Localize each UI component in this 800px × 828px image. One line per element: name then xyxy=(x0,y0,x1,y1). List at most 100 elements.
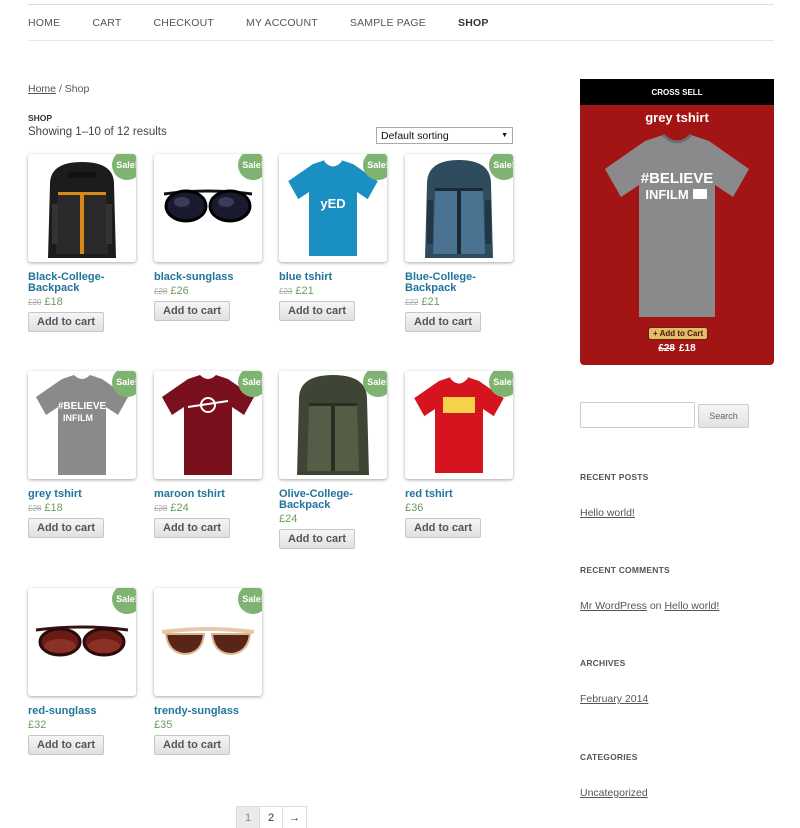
product-image[interactable]: Sale! xyxy=(405,154,513,262)
next-page-arrow-icon[interactable]: → xyxy=(283,807,306,828)
svg-text:#BELIEVE: #BELIEVE xyxy=(641,170,714,187)
product-sale-price: £24 xyxy=(279,513,298,525)
product-old-price: £28 xyxy=(154,287,168,296)
search-button[interactable]: Search xyxy=(698,404,749,428)
add-to-cart-button[interactable]: Add to cart xyxy=(28,312,105,332)
result-count: Showing 1–10 of 12 results xyxy=(28,126,167,138)
product-image[interactable]: Sale! xyxy=(154,371,262,479)
product-sale-price: £36 xyxy=(405,502,424,514)
search-input[interactable] xyxy=(580,402,695,428)
product-image[interactable]: Sale! xyxy=(28,588,136,696)
product-card: Sale! yED blue tshirt £23 £21 Add to cart xyxy=(279,154,389,321)
category-item: Uncategorized xyxy=(580,787,648,799)
breadcrumb-separator: / xyxy=(58,83,62,95)
product-card: Sale! red tshirt £36 Add to cart xyxy=(405,371,515,538)
add-to-cart-button[interactable]: Add to cart xyxy=(28,518,105,538)
product-price: £22 £21 xyxy=(405,296,515,308)
product-name-link[interactable]: red tshirt xyxy=(405,489,515,500)
product-card: Sale! Black-College-Backpack £20 £18 Add … xyxy=(28,154,138,332)
product-sale-price: £32 xyxy=(28,719,47,731)
add-to-cart-button[interactable]: Add to cart xyxy=(154,518,231,538)
comment-post-link[interactable]: Hello world! xyxy=(664,600,719,612)
product-name-link[interactable]: blue tshirt xyxy=(279,272,389,283)
recent-post-item: Hello world! xyxy=(580,507,635,519)
product-card: Sale! #BELIEVE INFILM grey tshirt £28 £18… xyxy=(28,371,138,538)
product-price: £28 £24 xyxy=(154,502,264,514)
breadcrumb-home-link[interactable]: Home xyxy=(28,83,56,95)
product-card: Sale! maroon tshirt £28 £24 Add to cart xyxy=(154,371,264,538)
product-name-link[interactable]: maroon tshirt xyxy=(154,489,264,500)
breadcrumb: Home / Shop xyxy=(28,83,89,95)
chevron-down-icon: ▼ xyxy=(501,132,508,139)
category-link[interactable]: Uncategorized xyxy=(580,787,648,799)
nav-checkout[interactable]: CHECKOUT xyxy=(154,17,215,29)
product-name-link[interactable]: black-sunglass xyxy=(154,272,264,283)
page-2-link[interactable]: 2 xyxy=(260,807,283,828)
nav-cart[interactable]: CART xyxy=(92,17,121,29)
product-image[interactable]: Sale! xyxy=(279,371,387,479)
svg-text:INFILM: INFILM xyxy=(63,413,93,423)
product-price: £28 £26 xyxy=(154,285,264,297)
product-price: £24 xyxy=(279,513,389,525)
add-to-cart-button[interactable]: Add to cart xyxy=(279,301,356,321)
product-old-price: £23 xyxy=(279,287,293,296)
cross-sell-tshirt-image[interactable]: #BELIEVE INFILM xyxy=(597,131,757,321)
nav-my-account[interactable]: MY ACCOUNT xyxy=(246,17,318,29)
product-name-link[interactable]: Blue-College-Backpack xyxy=(405,272,515,294)
sort-dropdown[interactable]: Default sorting ▼ xyxy=(376,127,513,144)
cross-sell-add-to-cart-button[interactable]: + Add to Cart xyxy=(648,327,709,340)
product-sale-price: £18 xyxy=(44,502,63,514)
archive-item: February 2014 xyxy=(580,693,648,705)
add-to-cart-button[interactable]: Add to cart xyxy=(279,529,356,549)
product-price: £28 £18 xyxy=(28,502,138,514)
svg-text:yED: yED xyxy=(320,196,345,211)
nav-sample-page[interactable]: SAMPLE PAGE xyxy=(350,17,426,29)
recent-posts-title: RECENT POSTS xyxy=(580,472,649,482)
product-old-price: £28 xyxy=(154,504,168,513)
product-sale-price: £21 xyxy=(295,285,314,297)
archive-link[interactable]: February 2014 xyxy=(580,693,648,705)
page-1: 1 xyxy=(237,807,260,828)
add-to-cart-button[interactable]: Add to cart xyxy=(154,735,231,755)
recent-post-link[interactable]: Hello world! xyxy=(580,507,635,519)
add-to-cart-button[interactable]: Add to cart xyxy=(154,301,231,321)
recent-comments-title: RECENT COMMENTS xyxy=(580,565,670,575)
add-to-cart-button[interactable]: Add to cart xyxy=(28,735,105,755)
nav-home[interactable]: HOME xyxy=(28,17,60,29)
product-image[interactable]: Sale! yED xyxy=(279,154,387,262)
product-card: Sale! red-sunglass £32 Add to cart xyxy=(28,588,138,755)
svg-text:#BELIEVE: #BELIEVE xyxy=(58,401,107,412)
product-image[interactable]: Sale! xyxy=(28,154,136,262)
product-price: £23 £21 xyxy=(279,285,389,297)
nav-shop[interactable]: SHOP xyxy=(458,17,489,29)
page-title: SHOP xyxy=(28,113,53,123)
product-name-link[interactable]: trendy-sunglass xyxy=(154,706,264,717)
product-name-link[interactable]: Olive-College-Backpack xyxy=(279,489,389,511)
product-name-link[interactable]: grey tshirt xyxy=(28,489,138,500)
add-to-cart-button[interactable]: Add to cart xyxy=(405,518,482,538)
breadcrumb-current: Shop xyxy=(64,83,90,95)
product-image[interactable]: Sale! #BELIEVE INFILM xyxy=(28,371,136,479)
cross-sell-panel: grey tshirt #BELIEVE INFILM + Add to Car… xyxy=(580,105,774,365)
product-name-link[interactable]: red-sunglass xyxy=(28,706,138,717)
product-old-price: £22 xyxy=(405,298,419,307)
product-card: Sale! trendy-sunglass £35 Add to cart xyxy=(154,588,264,755)
product-image[interactable]: Sale! xyxy=(154,154,262,262)
cross-sell-product-title[interactable]: grey tshirt xyxy=(580,110,774,125)
cross-sell-sale-price: £18 xyxy=(679,343,696,354)
product-card: Sale! Olive-College-Backpack £24 Add to … xyxy=(279,371,389,549)
product-name-link[interactable]: Black-College-Backpack xyxy=(28,272,138,294)
product-price: £32 xyxy=(28,719,138,731)
product-old-price: £28 xyxy=(28,504,42,513)
product-old-price: £20 xyxy=(28,298,42,307)
product-image[interactable]: Sale! xyxy=(405,371,513,479)
archives-title: ARCHIVES xyxy=(580,658,626,668)
cross-sell-price: £28 £18 xyxy=(580,343,774,354)
product-image[interactable]: Sale! xyxy=(154,588,262,696)
cross-sell-old-price: £28 xyxy=(658,343,675,354)
comment-author-link[interactable]: Mr WordPress xyxy=(580,600,647,612)
add-to-cart-button[interactable]: Add to cart xyxy=(405,312,482,332)
main-navigation: HOME CART CHECKOUT MY ACCOUNT SAMPLE PAG… xyxy=(28,4,774,41)
cross-sell-header: CROSS SELL xyxy=(580,79,774,105)
product-price: £20 £18 xyxy=(28,296,138,308)
